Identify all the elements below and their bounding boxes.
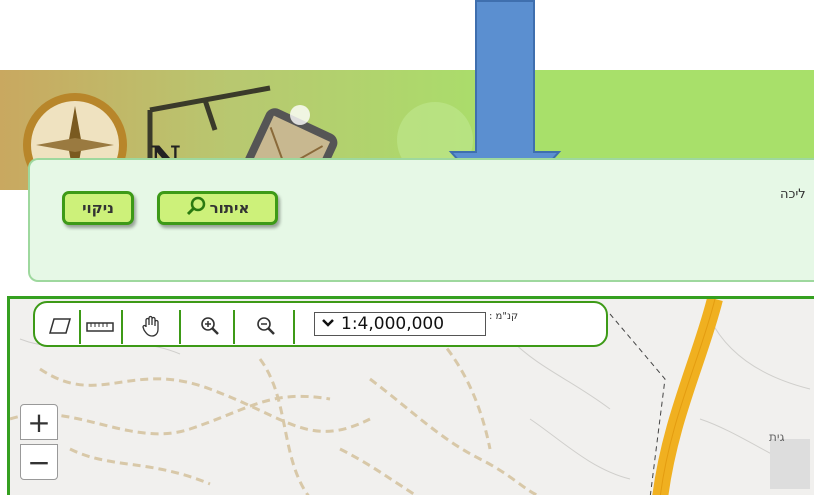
eraser-tool[interactable] [45, 315, 75, 341]
scale-select[interactable]: 1:4,000,000 [314, 312, 486, 336]
toolbar-divider [233, 310, 235, 344]
search-panel [28, 158, 814, 282]
map-place-label: גית [769, 430, 785, 444]
locate-label: איתור [209, 199, 250, 217]
scale-label: קנ"מ : [489, 311, 519, 322]
toolbar-divider [79, 310, 81, 344]
pan-tool[interactable] [137, 315, 167, 341]
clear-label: ניקוי [82, 199, 114, 217]
toolbar-divider [179, 310, 181, 344]
zoom-out-tool[interactable] [251, 315, 281, 341]
zoom-out-icon [255, 315, 277, 341]
toolbar-divider [293, 310, 295, 344]
hand-pan-icon [140, 314, 164, 342]
panel-partial-label: ליכה [780, 187, 806, 202]
scale-value: 1:4,000,000 [341, 314, 445, 334]
map-zoom-out-button[interactable]: − [20, 444, 58, 480]
toolbar-divider [121, 310, 123, 344]
chevron-down-icon [315, 316, 341, 332]
ruler-icon [86, 319, 114, 338]
zoom-in-icon [199, 315, 221, 341]
magnifier-icon [186, 196, 206, 220]
locate-button[interactable]: איתור [157, 191, 278, 225]
zoom-in-tool[interactable] [195, 315, 225, 341]
map-zoom-in-button[interactable]: + [20, 404, 58, 440]
clear-button[interactable]: ניקוי [62, 191, 134, 225]
eraser-icon [48, 317, 72, 339]
measure-tool[interactable] [85, 315, 115, 341]
